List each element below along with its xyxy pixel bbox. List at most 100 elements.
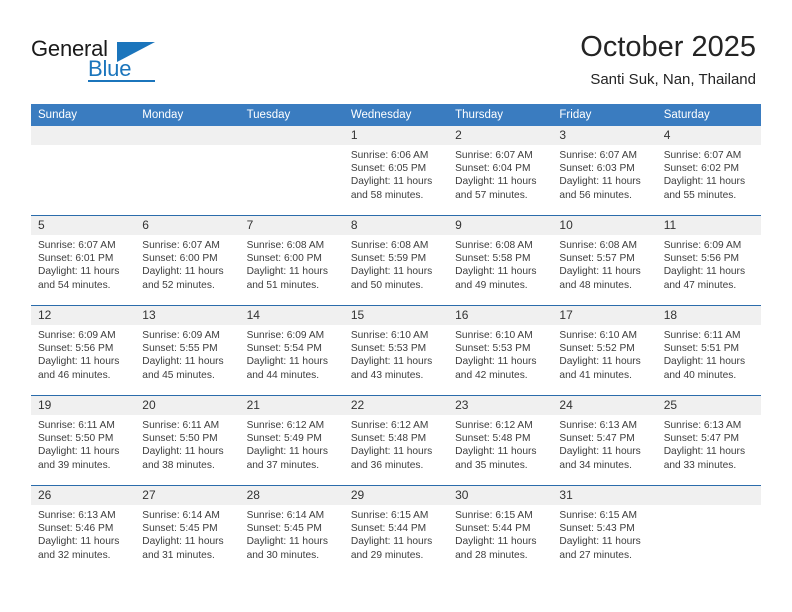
daylight-text-line1: Daylight: 11 hours <box>663 176 746 188</box>
day-number: 13 <box>135 306 240 325</box>
daylight-text-line2: and 41 minutes. <box>559 369 632 381</box>
day-cell[interactable]: 14 Sunrise: 6:09 AM Sunset: 5:54 PM Dayl… <box>239 305 344 396</box>
daylight-text-line1: Daylight: 11 hours <box>38 536 120 548</box>
day-number: 26 <box>31 486 136 505</box>
day-cell[interactable]: 4 Sunrise: 6:07 AM Sunset: 6:02 PM Dayli… <box>656 126 761 216</box>
day-number: 20 <box>135 396 240 415</box>
day-cell[interactable]: 15 Sunrise: 6:10 AM Sunset: 5:53 PM Dayl… <box>343 305 449 396</box>
sunset-text: Sunset: 5:45 PM <box>142 523 218 535</box>
day-cell[interactable]: 12 Sunrise: 6:09 AM Sunset: 5:56 PM Dayl… <box>31 305 136 396</box>
day-number: 10 <box>552 216 657 235</box>
sunset-text: Sunset: 5:56 PM <box>38 343 114 355</box>
weekday-header-thursday: Thursday <box>448 104 553 126</box>
sunset-text: Sunset: 6:00 PM <box>246 253 322 265</box>
day-cell[interactable]: 31 Sunrise: 6:15 AM Sunset: 5:43 PM Dayl… <box>552 485 657 575</box>
day-cell[interactable]: 23 Sunrise: 6:12 AM Sunset: 5:48 PM Dayl… <box>448 395 553 486</box>
sunrise-text: Sunrise: 6:12 AM <box>246 420 325 431</box>
sunset-text: Sunset: 5:50 PM <box>38 433 114 445</box>
day-number: 6 <box>135 216 240 235</box>
day-cell[interactable]: 22 Sunrise: 6:12 AM Sunset: 5:48 PM Dayl… <box>343 395 449 486</box>
day-number <box>656 486 761 505</box>
sunset-text: Sunset: 5:47 PM <box>559 433 635 445</box>
day-cell[interactable]: 3 Sunrise: 6:07 AM Sunset: 6:03 PM Dayli… <box>552 126 657 216</box>
day-cell[interactable]: 18 Sunrise: 6:11 AM Sunset: 5:51 PM Dayl… <box>656 305 761 396</box>
daylight-text-line2: and 57 minutes. <box>455 189 528 201</box>
day-cell[interactable]: 29 Sunrise: 6:15 AM Sunset: 5:44 PM Dayl… <box>343 485 449 575</box>
sunset-text: Sunset: 5:53 PM <box>350 343 427 355</box>
day-cell[interactable]: 19 Sunrise: 6:11 AM Sunset: 5:50 PM Dayl… <box>31 395 136 486</box>
daylight-text-line1: Daylight: 11 hours <box>142 266 224 278</box>
day-cell[interactable]: 21 Sunrise: 6:12 AM Sunset: 5:49 PM Dayl… <box>239 395 344 486</box>
day-cell[interactable]: 9 Sunrise: 6:08 AM Sunset: 5:58 PM Dayli… <box>448 215 553 306</box>
day-cell[interactable]: 5 Sunrise: 6:07 AM Sunset: 6:01 PM Dayli… <box>31 215 136 306</box>
daylight-text-line1: Daylight: 11 hours <box>38 446 120 458</box>
day-number: 5 <box>31 216 136 235</box>
day-cell[interactable]: 8 Sunrise: 6:08 AM Sunset: 5:59 PM Dayli… <box>343 215 449 306</box>
sunset-text: Sunset: 5:48 PM <box>455 433 531 445</box>
weekday-header-sunday: Sunday <box>31 104 136 126</box>
daylight-text-line1: Daylight: 11 hours <box>455 356 537 368</box>
day-cell[interactable]: 11 Sunrise: 6:09 AM Sunset: 5:56 PM Dayl… <box>656 215 761 306</box>
day-cell[interactable]: 6 Sunrise: 6:07 AM Sunset: 6:00 PM Dayli… <box>135 215 240 306</box>
sunrise-text: Sunrise: 6:07 AM <box>38 240 116 251</box>
sunrise-text: Sunrise: 6:07 AM <box>663 150 742 161</box>
daylight-text-line2: and 51 minutes. <box>246 279 320 291</box>
weekday-header-tuesday: Tuesday <box>239 104 344 126</box>
daylight-text-line2: and 35 minutes. <box>455 459 528 471</box>
day-cell[interactable]: 7 Sunrise: 6:08 AM Sunset: 6:00 PM Dayli… <box>239 215 344 306</box>
daylight-text-line2: and 42 minutes. <box>455 369 528 381</box>
day-number <box>239 126 344 145</box>
day-cell <box>656 485 761 575</box>
weekday-header-saturday: Saturday <box>656 104 761 126</box>
sunrise-text: Sunrise: 6:08 AM <box>559 240 637 251</box>
day-cell[interactable]: 25 Sunrise: 6:13 AM Sunset: 5:47 PM Dayl… <box>656 395 761 486</box>
day-cell[interactable]: 20 Sunrise: 6:11 AM Sunset: 5:50 PM Dayl… <box>135 395 240 486</box>
sunset-text: Sunset: 5:44 PM <box>455 523 531 535</box>
day-cell[interactable]: 16 Sunrise: 6:10 AM Sunset: 5:53 PM Dayl… <box>448 305 553 396</box>
sunrise-text: Sunrise: 6:11 AM <box>663 330 741 341</box>
sunset-text: Sunset: 5:46 PM <box>38 523 114 535</box>
day-cell[interactable]: 28 Sunrise: 6:14 AM Sunset: 5:45 PM Dayl… <box>239 485 344 575</box>
day-cell[interactable]: 10 Sunrise: 6:08 AM Sunset: 5:57 PM Dayl… <box>552 215 657 306</box>
sunset-text: Sunset: 6:05 PM <box>350 163 427 175</box>
daylight-text-line1: Daylight: 11 hours <box>350 176 433 188</box>
day-cell <box>31 126 136 216</box>
day-number: 2 <box>448 126 553 145</box>
calendar-week-row: 26 Sunrise: 6:13 AM Sunset: 5:46 PM Dayl… <box>31 485 761 575</box>
day-number: 14 <box>239 306 344 325</box>
day-cell[interactable]: 26 Sunrise: 6:13 AM Sunset: 5:46 PM Dayl… <box>31 485 136 575</box>
daylight-text-line1: Daylight: 11 hours <box>246 266 328 278</box>
day-number: 19 <box>31 396 136 415</box>
day-cell[interactable]: 17 Sunrise: 6:10 AM Sunset: 5:52 PM Dayl… <box>552 305 657 396</box>
daylight-text-line2: and 37 minutes. <box>246 459 320 471</box>
daylight-text-line2: and 31 minutes. <box>142 549 215 561</box>
day-cell[interactable]: 30 Sunrise: 6:15 AM Sunset: 5:44 PM Dayl… <box>448 485 553 575</box>
calendar-week-row: 19 Sunrise: 6:11 AM Sunset: 5:50 PM Dayl… <box>31 395 761 486</box>
sunrise-text: Sunrise: 6:09 AM <box>38 330 116 341</box>
daylight-text-line1: Daylight: 11 hours <box>350 356 433 368</box>
day-cell[interactable]: 13 Sunrise: 6:09 AM Sunset: 5:55 PM Dayl… <box>135 305 240 396</box>
daylight-text-line2: and 33 minutes. <box>663 459 737 471</box>
daylight-text-line1: Daylight: 11 hours <box>350 536 433 548</box>
general-blue-logo[interactable]: General Blue <box>31 36 211 86</box>
page-title: October 2025 <box>580 31 756 63</box>
daylight-text-line1: Daylight: 11 hours <box>142 356 224 368</box>
day-cell[interactable]: 2 Sunrise: 6:07 AM Sunset: 6:04 PM Dayli… <box>448 126 553 216</box>
daylight-text-line1: Daylight: 11 hours <box>455 266 537 278</box>
daylight-text-line1: Daylight: 11 hours <box>559 356 641 368</box>
day-cell[interactable]: 1 Sunrise: 6:06 AM Sunset: 6:05 PM Dayli… <box>343 126 449 216</box>
sunset-text: Sunset: 6:03 PM <box>559 163 635 175</box>
sunrise-text: Sunrise: 6:14 AM <box>142 510 220 521</box>
day-cell[interactable]: 24 Sunrise: 6:13 AM Sunset: 5:47 PM Dayl… <box>552 395 657 486</box>
sunset-text: Sunset: 5:49 PM <box>246 433 322 445</box>
daylight-text-line2: and 39 minutes. <box>38 459 111 471</box>
daylight-text-line2: and 55 minutes. <box>663 189 737 201</box>
daylight-text-line2: and 54 minutes. <box>38 279 111 291</box>
daylight-text-line1: Daylight: 11 hours <box>455 446 537 458</box>
daylight-text-line1: Daylight: 11 hours <box>350 446 433 458</box>
day-number: 3 <box>552 126 657 145</box>
daylight-text-line2: and 56 minutes. <box>559 189 632 201</box>
day-cell[interactable]: 27 Sunrise: 6:14 AM Sunset: 5:45 PM Dayl… <box>135 485 240 575</box>
sunrise-text: Sunrise: 6:10 AM <box>559 330 637 341</box>
daylight-text-line2: and 28 minutes. <box>455 549 528 561</box>
